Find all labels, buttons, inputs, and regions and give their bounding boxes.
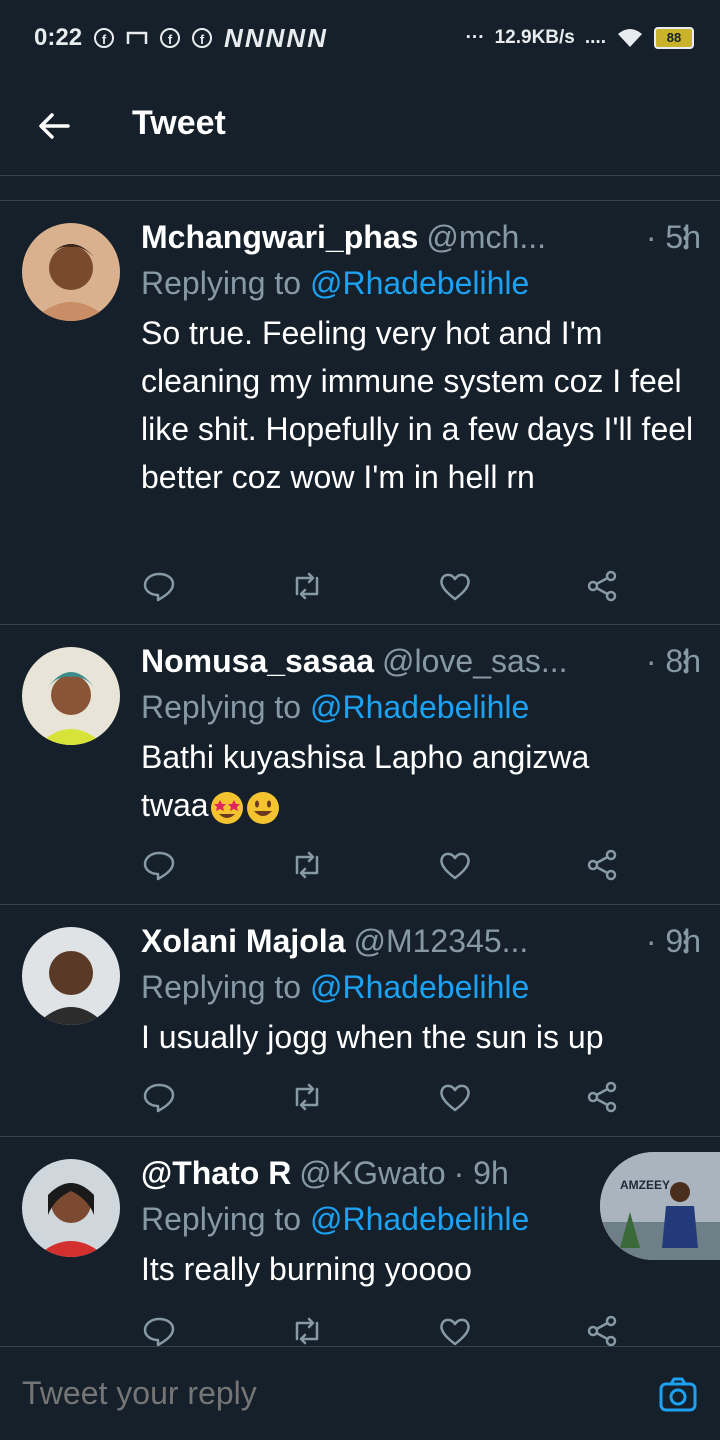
tweet-text-container: Bathi kuyashisa Lapho angizwa twaa	[141, 733, 641, 829]
retweet-icon[interactable]	[289, 1079, 325, 1115]
screen-icon	[126, 31, 148, 44]
tweet-card[interactable]: Mchangwari_phas @mch... · 5h Replying to…	[0, 200, 720, 624]
facebook-icon: f	[94, 28, 115, 48]
display-name[interactable]: @Thato R	[141, 1155, 291, 1192]
retweet-icon[interactable]	[289, 1313, 325, 1349]
wifi-icon	[618, 29, 642, 47]
like-icon[interactable]	[437, 1079, 473, 1115]
replying-label: Replying to	[141, 689, 302, 725]
tweet-time: · 9h	[453, 1155, 509, 1191]
mention-link[interactable]: @Rhadebelihle	[310, 265, 529, 301]
like-icon[interactable]	[437, 568, 473, 604]
tweet-header: Xolani Majola @M12345... · 9h	[141, 923, 701, 963]
display-name[interactable]: Mchangwari_phas	[141, 219, 418, 256]
network-speed: 12.9KB/s	[494, 27, 575, 48]
share-icon[interactable]	[585, 1079, 621, 1115]
reply-input[interactable]	[22, 1375, 582, 1412]
tweet-header: Mchangwari_phas @mch... · 5h	[141, 219, 701, 259]
tweet-actions	[141, 568, 621, 604]
status-time: 0:22	[34, 24, 83, 51]
facebook-icon: f	[160, 28, 181, 48]
mention-link[interactable]: @Rhadebelihle	[310, 689, 529, 725]
tweet-card[interactable]: Nomusa_sasaa @love_sas... · 8h Replying …	[0, 624, 720, 904]
replying-label: Replying to	[141, 1201, 302, 1237]
reply-icon[interactable]	[141, 847, 177, 883]
user-handle[interactable]: @M12345...	[353, 923, 528, 960]
star-struck-emoji-icon	[210, 791, 243, 824]
tweet-actions	[141, 1313, 621, 1349]
reply-icon[interactable]	[141, 1313, 177, 1349]
signal-dots: ....	[584, 27, 606, 48]
battery-indicator: 88	[654, 27, 694, 49]
tweet-card[interactable]: @Thato R @KGwato · 9h Replying to @Rhade…	[0, 1136, 720, 1350]
like-icon[interactable]	[437, 847, 473, 883]
reply-icon[interactable]	[141, 568, 177, 604]
back-arrow-icon[interactable]	[34, 106, 74, 146]
retweet-icon[interactable]	[289, 847, 325, 883]
network-indicator: NNNNN	[224, 22, 328, 53]
share-icon[interactable]	[585, 1313, 621, 1349]
avatar[interactable]	[22, 1159, 120, 1257]
camera-icon[interactable]	[658, 1375, 698, 1415]
tweet-actions	[141, 1079, 621, 1115]
grinning-emoji-icon	[246, 791, 279, 824]
floating-profile-bubble[interactable]: AMZEEY	[600, 1152, 720, 1260]
display-name[interactable]: Xolani Majola	[141, 923, 345, 960]
avatar[interactable]	[22, 647, 120, 745]
tweet-text: I usually jogg when the sun is up	[141, 1019, 604, 1055]
mention-link[interactable]: @Rhadebelihle	[310, 1201, 529, 1237]
replying-to: Replying to @Rhadebelihle	[141, 969, 701, 1009]
more-options-icon[interactable]	[680, 647, 692, 677]
mention-link[interactable]: @Rhadebelihle	[310, 969, 529, 1005]
avatar[interactable]	[22, 927, 120, 1025]
tweet-text: So true. Feeling very hot and I'm cleani…	[141, 315, 694, 495]
like-icon[interactable]	[437, 1313, 473, 1349]
user-handle[interactable]: @love_sas...	[382, 643, 567, 680]
more-options-icon[interactable]	[680, 927, 692, 957]
top-app-bar: Tweet	[0, 76, 720, 176]
reply-composer	[0, 1346, 720, 1440]
share-icon[interactable]	[585, 847, 621, 883]
tweet-card[interactable]: Xolani Majola @M12345... · 9h Replying t…	[0, 904, 720, 1136]
tweet-actions	[141, 847, 621, 883]
share-icon[interactable]	[585, 568, 621, 604]
tweet-text: Its really burning yoooo	[141, 1251, 472, 1287]
page-title: Tweet	[132, 104, 226, 142]
status-dots: ···	[465, 27, 485, 48]
bubble-label: AMZEEY	[620, 1178, 671, 1192]
replying-label: Replying to	[141, 265, 302, 301]
reply-icon[interactable]	[141, 1079, 177, 1115]
user-handle[interactable]: @mch...	[426, 219, 546, 256]
replying-to: Replying to @Rhadebelihle	[141, 689, 701, 729]
avatar[interactable]	[22, 223, 120, 321]
replying-label: Replying to	[141, 969, 302, 1005]
replying-to: Replying to @Rhadebelihle	[141, 265, 701, 305]
tweet-header: Nomusa_sasaa @love_sas... · 8h	[141, 643, 701, 683]
status-bar: 0:22 f f f NNNNN ··· 12.9KB/s .... 88	[0, 0, 720, 76]
retweet-icon[interactable]	[289, 568, 325, 604]
more-options-icon[interactable]	[680, 223, 692, 253]
facebook-icon: f	[192, 28, 213, 48]
user-handle[interactable]: @KGwato	[299, 1155, 445, 1192]
display-name[interactable]: Nomusa_sasaa	[141, 643, 374, 680]
